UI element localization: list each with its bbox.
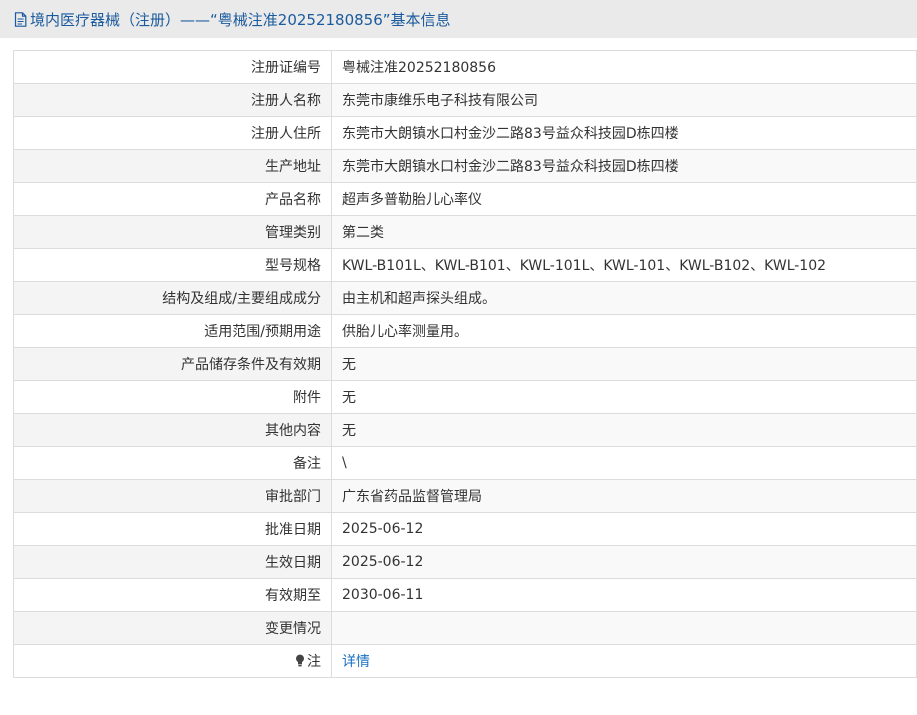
field-value: KWL-B101L、KWL-B101、KWL-101L、KWL-101、KWL-…: [331, 248, 917, 282]
field-value: 东莞市大朗镇水口村金沙二路83号益众科技园D栋四楼: [331, 116, 917, 150]
field-value: 无: [331, 347, 917, 381]
field-value: 详情: [331, 644, 917, 678]
info-table: 注册证编号 粤械注准20252180856 注册人名称 东莞市康维乐电子科技有限公司注…: [13, 50, 917, 678]
field-label: 管理类别: [13, 215, 332, 249]
field-label: 产品名称: [13, 182, 332, 216]
field-value: 由主机和超声探头组成。: [331, 281, 917, 315]
table-row: 结构及组成/主要组成成分 由主机和超声探头组成。: [13, 281, 917, 315]
field-label: 变更情况: [13, 611, 332, 645]
table-row: 产品储存条件及有效期无: [13, 347, 917, 381]
table-row: 附件无: [13, 380, 917, 414]
field-value: [331, 611, 917, 645]
field-value: 2025-06-12: [331, 545, 917, 579]
field-label: 注册证编号: [13, 50, 332, 84]
field-value: 第二类: [331, 215, 917, 249]
table-row: 注册人名称 东莞市康维乐电子科技有限公司: [13, 83, 917, 117]
field-value: 东莞市康维乐电子科技有限公司: [331, 83, 917, 117]
table-row: 适用范围/预期用途 供胎儿心率测量用。: [13, 314, 917, 348]
field-label: 批准日期: [13, 512, 332, 546]
lightbulb-icon: [295, 654, 305, 667]
table-row: 有效期至 2030-06-11: [13, 578, 917, 612]
field-value: 无: [331, 380, 917, 414]
field-label: 注册人住所: [13, 116, 332, 150]
field-label: 结构及组成/主要组成成分: [13, 281, 332, 315]
page-title: 境内医疗器械（注册）——“粤械注准20252180856”基本信息: [30, 10, 451, 29]
field-label: 产品储存条件及有效期: [13, 347, 332, 381]
detail-link[interactable]: 详情: [342, 654, 370, 670]
field-label: 附件: [13, 380, 332, 414]
main-content: 注册证编号 粤械注准20252180856 注册人名称 东莞市康维乐电子科技有限公司注…: [0, 38, 917, 678]
table-row: 备注 \: [13, 446, 917, 480]
field-value: 供胎儿心率测量用。: [331, 314, 917, 348]
table-row: 生效日期 2025-06-12: [13, 545, 917, 579]
field-value: 粤械注准20252180856: [331, 50, 917, 84]
field-label: 型号规格: [13, 248, 332, 282]
field-value: 2030-06-11: [331, 578, 917, 612]
table-row: 型号规格 KWL-B101L、KWL-B101、KWL-101L、KWL-101、…: [13, 248, 917, 282]
field-value: 东莞市大朗镇水口村金沙二路83号益众科技园D栋四楼: [331, 149, 917, 183]
field-label: 注册人名称: [13, 83, 332, 117]
table-row: 其他内容无: [13, 413, 917, 447]
field-label: 审批部门: [13, 479, 332, 513]
table-row: 注册证编号 粤械注准20252180856: [13, 50, 917, 84]
field-value: 广东省药品监督管理局: [331, 479, 917, 513]
table-row: 生产地址 东莞市大朗镇水口村金沙二路83号益众科技园D栋四楼: [13, 149, 917, 183]
field-value: 2025-06-12: [331, 512, 917, 546]
table-row: 变更情况: [13, 611, 917, 645]
field-label: 备注: [13, 446, 332, 480]
field-label: 生产地址: [13, 149, 332, 183]
field-value: 无: [331, 413, 917, 447]
table-row: 管理类别 第二类: [13, 215, 917, 249]
document-icon: [14, 11, 27, 27]
table-row: 批准日期 2025-06-12: [13, 512, 917, 546]
table-row-note: 注 详情: [13, 644, 917, 678]
field-value: \: [331, 446, 917, 480]
note-label: 注: [307, 654, 321, 670]
field-label: 有效期至: [13, 578, 332, 612]
table-row: 产品名称 超声多普勒胎儿心率仪: [13, 182, 917, 216]
table-row: 审批部门 广东省药品监督管理局: [13, 479, 917, 513]
field-label: 生效日期: [13, 545, 332, 579]
field-label: 其他内容: [13, 413, 332, 447]
field-label: 注: [13, 644, 332, 678]
page-title-bar: 境内医疗器械（注册）——“粤械注准20252180856”基本信息: [0, 0, 917, 38]
field-value: 超声多普勒胎儿心率仪: [331, 182, 917, 216]
field-label: 适用范围/预期用途: [13, 314, 332, 348]
table-row: 注册人住所 东莞市大朗镇水口村金沙二路83号益众科技园D栋四楼: [13, 116, 917, 150]
